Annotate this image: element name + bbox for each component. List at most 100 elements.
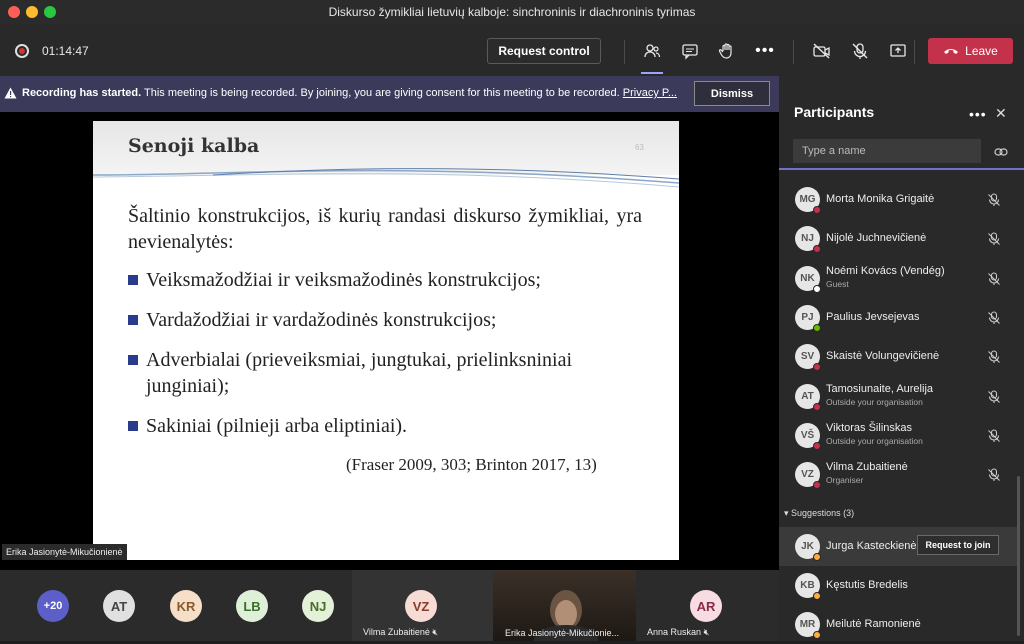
toolbar-divider (793, 40, 794, 64)
bullet-square-icon (128, 421, 138, 431)
dismiss-button[interactable]: Dismiss (694, 81, 770, 106)
suggestion-row[interactable]: JK Jurga Kasteckienė Request to join (779, 527, 1017, 566)
bullet-square-icon (128, 315, 138, 325)
mic-off-icon[interactable] (987, 193, 1001, 212)
mic-off-icon: 🔇︎ (432, 627, 439, 637)
mic-off-icon: 🔇︎ (703, 627, 710, 637)
zoom-window-button[interactable] (44, 6, 56, 18)
camera-off-icon[interactable] (811, 40, 833, 62)
avatar[interactable]: AT (103, 590, 135, 622)
more-icon[interactable]: ••• (754, 40, 776, 62)
avatar[interactable]: LB (236, 590, 268, 622)
avatar: AR (690, 590, 722, 622)
window-title: Diskurso žymikliai lietuvių kalboje: sin… (328, 5, 696, 19)
participant-name: Tamosiunaite, Aurelija (826, 382, 934, 395)
link-icon[interactable] (994, 144, 1008, 162)
avatar[interactable]: NJ (302, 590, 334, 622)
mic-off-icon[interactable] (987, 468, 1001, 487)
presentation-slide: Senoji kalba 63 Šaltinio konstrukcijos, … (93, 121, 679, 560)
slide-title: Senoji kalba (128, 135, 260, 157)
people-active-indicator (641, 72, 663, 74)
participant-row[interactable]: AT Tamosiunaite, Aurelija Outside your org… (779, 377, 1017, 416)
close-window-button[interactable] (8, 6, 20, 18)
banner-message: This meeting is being recorded. By joini… (144, 87, 677, 99)
tile-name: Erika Jasionytė-Mikučionie... (505, 628, 620, 638)
suggestions-header[interactable]: ▾ Suggestions (3) (784, 508, 854, 519)
window-controls (8, 6, 56, 18)
participant-row[interactable]: VŠ Viktoras Šilinskas Outside your organis… (779, 416, 1017, 455)
warning-icon (4, 87, 17, 102)
bullet-square-icon (128, 355, 138, 365)
status-badge (813, 245, 821, 254)
bullet-square-icon (128, 275, 138, 285)
participant-subtitle: Guest (826, 278, 849, 289)
avatar[interactable]: KR (170, 590, 202, 622)
video-tile[interactable]: VZ Vilma Zubaitienė 🔇︎ (352, 570, 493, 641)
leave-button[interactable]: Leave (928, 38, 1013, 64)
participants-panel: Participants ••• ✕ MGMorta Monika Grigai… (779, 76, 1024, 641)
participant-row[interactable]: NK Noémi Kovács (Vendég) Guest (779, 259, 1017, 298)
recording-banner: Recording has started. This meeting is b… (0, 76, 779, 112)
participant-row[interactable]: SV Skaistė Volungevičienė (779, 337, 1017, 376)
recording-icon (15, 44, 29, 58)
participant-subtitle: Organiser (826, 475, 864, 486)
slide-bullet: Veiksmažodžiai ir veiksmažodinės konstru… (128, 267, 642, 293)
request-to-join-button[interactable]: Request to join (917, 535, 999, 555)
status-badge (813, 441, 821, 450)
participant-strip: +20 AT KR LB NJ VZ Vilma Zubaitienė 🔇︎ E… (0, 570, 779, 641)
suggestion-row[interactable]: MR Meilutė Ramonienė (779, 605, 1017, 644)
participant-row[interactable]: PJ Paulius Jevsejevas (779, 298, 1017, 337)
participant-subtitle: Outside your organisation (826, 435, 923, 446)
participant-row[interactable]: NJ Nijolė Juchnevičienė (779, 219, 1017, 258)
participant-name: Viktoras Šilinskas (826, 421, 912, 434)
toolbar-divider (914, 40, 915, 64)
chevron-down-icon: ▾ (784, 508, 789, 518)
people-icon[interactable] (641, 40, 663, 62)
slide-intro-text: Šaltinio konstrukcijos, iš kurių randasi… (128, 205, 642, 253)
slide-bullet: Sakiniai (pilnieji arba eliptiniai). (128, 413, 642, 439)
slide-citation: (Fraser 2009, 303; Brinton 2017, 13) (346, 455, 597, 474)
mic-off-icon[interactable] (987, 389, 1001, 409)
status-badge (813, 592, 821, 600)
slide-number: 63 (635, 143, 644, 152)
raise-hand-icon[interactable] (716, 40, 738, 62)
participant-name: Morta Monika Grigaitė (826, 193, 935, 205)
close-icon[interactable]: ✕ (995, 105, 1007, 122)
more-participants-button[interactable]: +20 (37, 590, 69, 622)
slide-header: Senoji kalba 63 (93, 121, 679, 188)
video-tile[interactable]: Erika Jasionytė-Mikučionie... (493, 570, 636, 641)
status-badge (813, 363, 821, 372)
participant-name: Vilma Zubaitienė (826, 461, 908, 474)
suggestion-row[interactable]: KB Kęstutis Bredelis (779, 566, 1017, 605)
participant-row[interactable]: VZ Vilma Zubaitienė Organiser (779, 455, 1017, 494)
chat-icon[interactable] (679, 40, 701, 62)
participant-row[interactable]: MG Morta Monika Grigaitė (779, 180, 1017, 219)
status-badge (813, 284, 821, 293)
mic-off-icon[interactable] (849, 40, 871, 62)
status-badge (813, 402, 821, 411)
mic-off-icon[interactable] (987, 350, 1001, 369)
panel-scrollbar[interactable] (1017, 476, 1020, 636)
video-tile[interactable]: AR Anna Ruskan 🔇︎ (636, 570, 779, 641)
mic-off-icon[interactable] (987, 429, 1001, 448)
mic-off-icon[interactable] (987, 311, 1001, 330)
avatar: VZ (405, 590, 437, 622)
mic-off-icon[interactable] (987, 272, 1001, 291)
participant-name: Nijolė Juchnevičienė (826, 232, 927, 245)
toolbar-divider (624, 40, 625, 64)
share-icon[interactable] (887, 40, 909, 62)
meeting-timer: 01:14:47 (42, 44, 89, 58)
participant-name: Noémi Kovács (Vendég) (826, 264, 945, 277)
presenter-name-label: Erika Jasionytė-Mikučionienė (2, 544, 127, 560)
participant-name: Skaistė Volungevičienė (826, 350, 940, 363)
minimize-window-button[interactable] (26, 6, 38, 18)
slide-body: Šaltinio konstrukcijos, iš kurių randasi… (128, 203, 642, 439)
tile-name: Vilma Zubaitienė 🔇︎ (363, 627, 439, 637)
mic-off-icon[interactable] (987, 232, 1001, 251)
status-badge (813, 631, 821, 639)
search-input[interactable] (793, 139, 981, 163)
more-icon[interactable]: ••• (969, 106, 987, 122)
privacy-link[interactable]: Privacy P... (623, 87, 677, 99)
request-control-button[interactable]: Request control (487, 38, 601, 64)
slide-swoosh-decoration (93, 168, 679, 188)
